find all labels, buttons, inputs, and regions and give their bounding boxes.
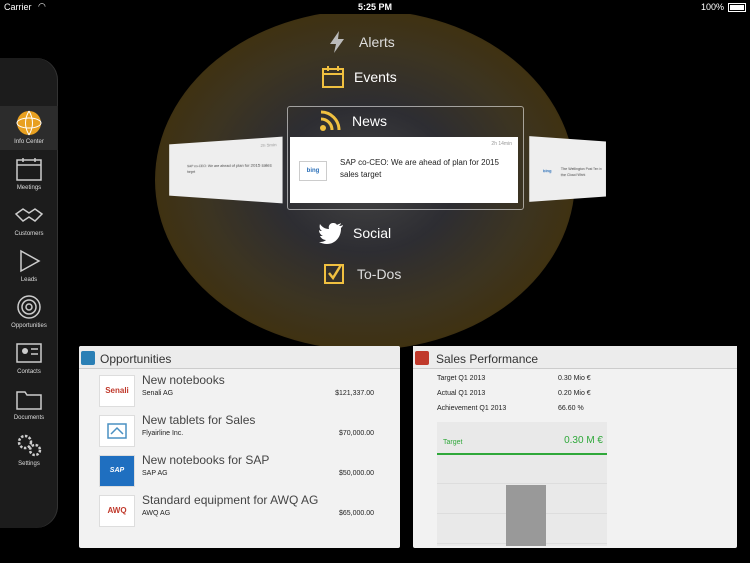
sales-performance-panel: Sales Performance Target Q1 2013 0.30 Mi… — [413, 346, 737, 548]
sidebar-item-label: Documents — [13, 415, 45, 421]
arrow-icon — [20, 249, 41, 273]
lightning-icon — [330, 31, 344, 53]
battery-icon — [728, 3, 746, 12]
sales-performance-title: Sales Performance — [436, 352, 539, 366]
sidebar: Info Center Meetings Customers Leads Opp… — [0, 58, 58, 528]
sidebar-item-label: Info Center — [14, 139, 44, 145]
target-label: Target — [443, 439, 463, 446]
target-icon — [17, 295, 41, 319]
menu-item-todos[interactable]: To-Dos — [357, 266, 401, 282]
calendar-icon — [322, 66, 344, 88]
company-logo: Senali — [99, 375, 135, 407]
opportunities-header: Opportunities — [79, 346, 400, 369]
opportunity-amount: $70,000.00 — [338, 430, 374, 437]
company-logo: AWQ — [99, 495, 135, 527]
menu-item-alerts[interactable]: Alerts — [359, 34, 395, 50]
opportunity-company: SAP AG — [142, 470, 168, 477]
opportunity-amount: $121,337.00 — [335, 390, 374, 397]
contacts-icon — [16, 343, 42, 363]
news-age: 2h 5min — [260, 141, 277, 149]
company-logo — [99, 415, 135, 447]
opportunity-title: New tablets for Sales — [142, 413, 256, 427]
target-value: 0.30 M € — [564, 435, 603, 446]
kpi-row: Achievement Q1 2013 66.60 % — [437, 405, 687, 412]
list-item[interactable]: AWQ Standard equipment for AWQ AG AWQ AG… — [99, 492, 379, 530]
sidebar-item-opportunities[interactable]: Opportunities — [0, 290, 58, 334]
sidebar-item-label: Settings — [18, 461, 40, 467]
opportunity-title: New notebooks for SAP — [142, 453, 270, 467]
sidebar-item-contacts[interactable]: Contacts — [0, 336, 58, 380]
opportunity-title: Standard equipment for AWQ AG — [142, 493, 319, 507]
opportunities-title: Opportunities — [100, 352, 172, 366]
kpi-value: 66.60 % — [558, 405, 584, 412]
opportunity-company: Senali AG — [142, 390, 174, 397]
checkbox-icon — [324, 264, 344, 284]
sidebar-item-documents[interactable]: Documents — [0, 382, 58, 426]
sidebar-item-info-center[interactable]: Info Center — [0, 106, 58, 150]
status-bar: Carrier ◠ 5:25 PM 100% — [0, 0, 750, 14]
list-item[interactable]: SAP New notebooks for SAP SAP AG $50,000… — [99, 452, 379, 490]
sidebar-item-label: Leads — [20, 277, 38, 283]
sidebar-item-customers[interactable]: Customers — [0, 198, 58, 242]
sidebar-item-label: Opportunities — [11, 323, 47, 329]
bing-logo: bing — [299, 161, 327, 181]
opportunity-amount: $50,000.00 — [338, 470, 374, 477]
sidebar-item-label: Customers — [14, 231, 44, 237]
sidebar-item-leads[interactable]: Leads — [0, 244, 58, 288]
news-title: SAP co-CEO: We are ahead of plan for 201… — [187, 162, 272, 174]
opportunity-title: New notebooks — [142, 373, 225, 387]
news-card-main[interactable]: 2h 14min bing SAP co-CEO: We are ahead o… — [290, 137, 518, 203]
bing-logo: bing — [543, 167, 552, 174]
rss-icon — [320, 110, 341, 131]
list-item[interactable]: Senali New notebooks Senali AG $121,337.… — [99, 372, 379, 410]
news-title: The Wellington Post Ten in the Cloud War… — [560, 165, 602, 178]
news-card-left[interactable]: 2h 5min SAP co-CEO: We are ahead of plan… — [169, 136, 283, 204]
kpi-label: Target Q1 2013 — [437, 375, 486, 382]
opportunity-company: AWQ AG — [142, 510, 171, 517]
globe-icon — [16, 110, 42, 136]
target-line — [437, 453, 607, 455]
kpi-value: 0.20 Mio € — [558, 390, 591, 397]
sidebar-item-label: Meetings — [16, 185, 42, 191]
news-card-right[interactable]: bing The Wellington Post Ten in the Clou… — [529, 136, 606, 202]
opportunity-amount: $65,000.00 — [338, 510, 374, 517]
actual-bar — [506, 485, 546, 546]
gridline — [437, 483, 607, 484]
company-logo: SAP — [99, 455, 135, 487]
kpi-label: Actual Q1 2013 — [437, 390, 486, 397]
sales-chart: Target 0.30 M € — [437, 422, 607, 546]
gear-icon — [17, 434, 42, 457]
menu-item-events[interactable]: Events — [354, 69, 397, 85]
sidebar-item-meetings[interactable]: Meetings — [0, 152, 58, 196]
gauge-icon — [415, 351, 429, 365]
news-age: 2h 14min — [491, 141, 512, 147]
opportunity-company: Flyairline Inc. — [142, 430, 184, 437]
news-title: SAP co-CEO: We are ahead of plan for 201… — [340, 158, 499, 179]
battery-percentage: 100% — [700, 2, 724, 12]
twitter-icon — [319, 223, 343, 244]
clock: 5:25 PM — [357, 2, 392, 12]
opportunities-panel: Opportunities Senali New notebooks Senal… — [79, 346, 400, 548]
handshake-icon — [14, 208, 44, 222]
kpi-value: 0.30 Mio € — [558, 375, 591, 382]
menu-item-social[interactable]: Social — [353, 225, 391, 241]
kpi-row: Actual Q1 2013 0.20 Mio € — [437, 390, 687, 397]
sales-performance-header: Sales Performance — [413, 346, 737, 369]
menu-item-news[interactable]: News — [352, 113, 387, 129]
calendar-icon — [16, 158, 42, 181]
kpi-label: Achievement Q1 2013 — [437, 405, 507, 412]
kpi-row: Target Q1 2013 0.30 Mio € — [437, 375, 687, 382]
list-item[interactable]: New tablets for Sales Flyairline Inc. $7… — [99, 412, 379, 450]
folder-icon — [16, 391, 42, 410]
sidebar-item-settings[interactable]: Settings — [0, 428, 58, 472]
sidebar-item-label: Contacts — [17, 369, 41, 375]
opportunities-badge-icon — [81, 351, 95, 365]
